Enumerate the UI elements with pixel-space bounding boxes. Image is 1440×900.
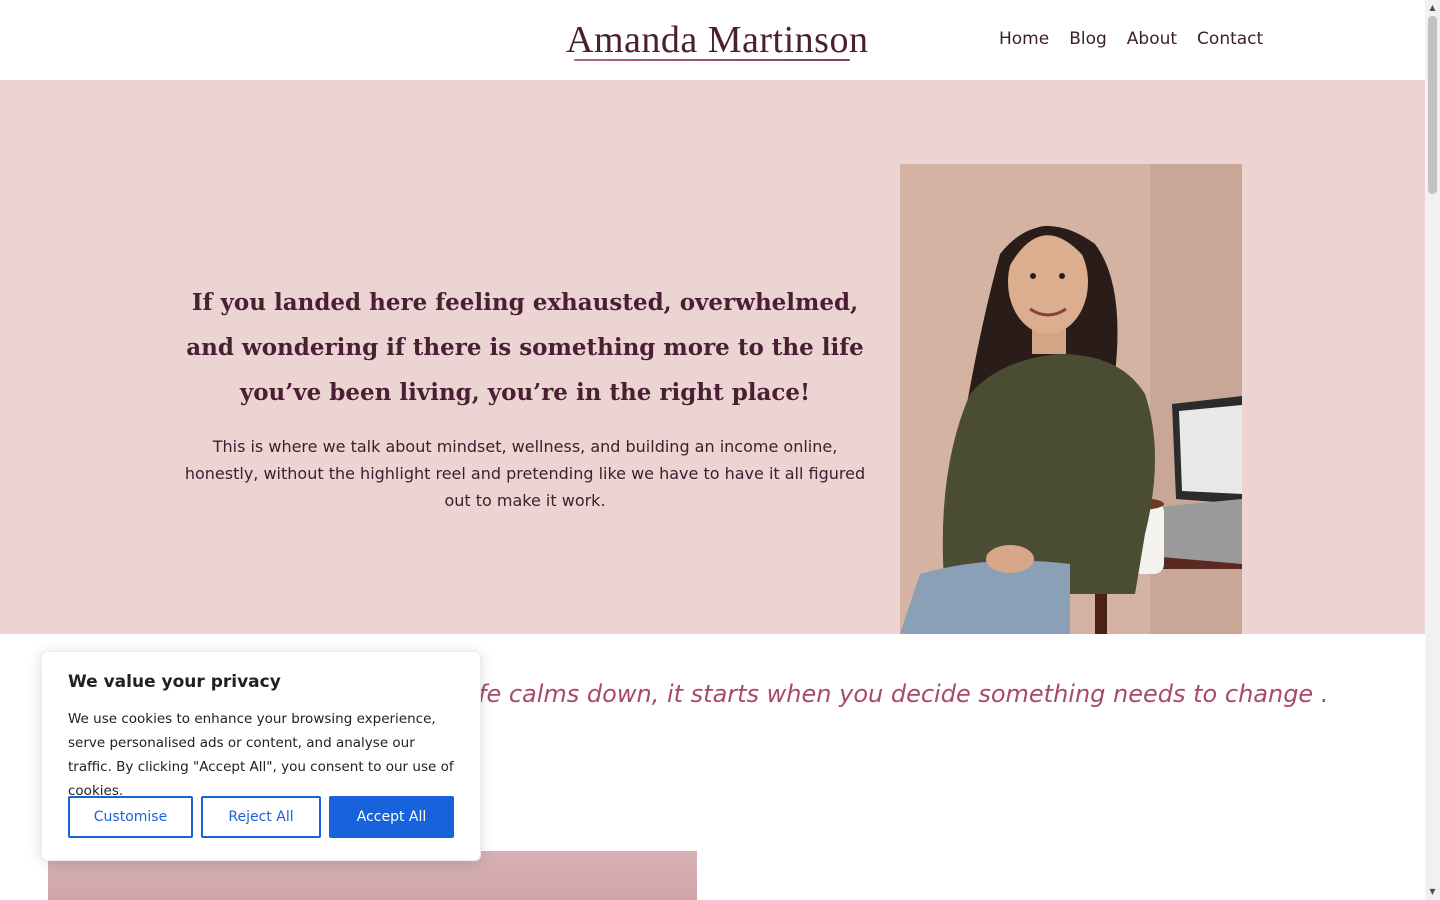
quote-text: fe calms down, it starts when you decide… bbox=[478, 680, 1329, 708]
nav-home[interactable]: Home bbox=[999, 28, 1049, 50]
accept-all-button[interactable]: Accept All bbox=[329, 796, 454, 838]
nav-blog[interactable]: Blog bbox=[1069, 28, 1107, 50]
nav-contact[interactable]: Contact bbox=[1197, 28, 1263, 50]
site-header: Amanda Martinson Home Blog About Contact bbox=[0, 0, 1425, 80]
hero-section: If you landed here feeling exhausted, ov… bbox=[0, 80, 1425, 634]
cookie-consent-banner: We value your privacy We use cookies to … bbox=[41, 651, 481, 861]
nav-about[interactable]: About bbox=[1127, 28, 1177, 50]
hero-subtitle: This is where we talk about mindset, wel… bbox=[184, 437, 866, 510]
hero-title: If you landed here feeling exhausted, ov… bbox=[186, 289, 864, 406]
cookie-description: We use cookies to enhance your browsing … bbox=[68, 711, 454, 799]
reject-all-button[interactable]: Reject All bbox=[201, 796, 321, 838]
logo-underline bbox=[574, 59, 850, 61]
main-nav: Home Blog About Contact bbox=[999, 28, 1263, 50]
scrollbar-thumb[interactable] bbox=[1428, 16, 1437, 194]
page-scrollbar[interactable]: ▲ ▼ bbox=[1425, 0, 1440, 900]
triangle-down-icon[interactable]: ▼ bbox=[1425, 884, 1440, 898]
customise-button[interactable]: Customise bbox=[68, 796, 193, 838]
portrait-illustration bbox=[900, 164, 1242, 634]
triangle-up-icon[interactable]: ▲ bbox=[1425, 0, 1440, 14]
hero-text-block: If you landed here feeling exhausted, ov… bbox=[180, 280, 870, 514]
site-logo[interactable]: Amanda Martinson bbox=[566, 18, 868, 66]
logo-text[interactable]: Amanda Martinson bbox=[566, 18, 868, 62]
cookie-title: We value your privacy bbox=[68, 672, 281, 692]
hero-portrait-photo bbox=[900, 164, 1242, 634]
